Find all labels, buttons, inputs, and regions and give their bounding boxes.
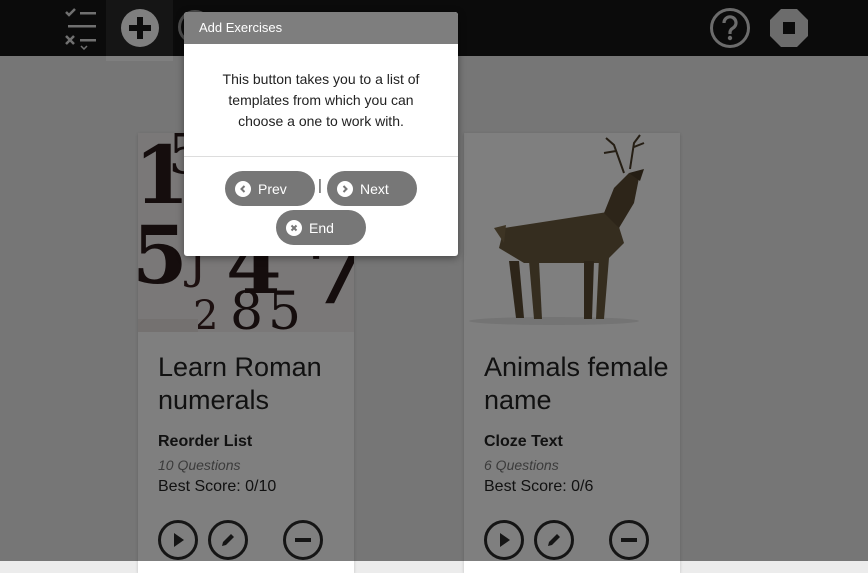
- next-label: Next: [360, 180, 389, 197]
- popup-body: This button takes you to a list of templ…: [222, 71, 420, 129]
- close-icon: [286, 219, 302, 236]
- popup-divider: [184, 156, 458, 157]
- popup-title: Add Exercises: [184, 12, 458, 44]
- prev-label: Prev: [258, 180, 287, 197]
- chevron-left-icon: [235, 180, 251, 197]
- end-label: End: [309, 219, 334, 236]
- button-separator: |: [318, 177, 322, 194]
- chevron-right-icon: [337, 180, 353, 197]
- prev-button[interactable]: Prev: [225, 171, 315, 206]
- end-button[interactable]: End: [276, 210, 366, 245]
- next-button[interactable]: Next: [327, 171, 417, 206]
- tour-popup: Add Exercises This button takes you to a…: [184, 12, 458, 256]
